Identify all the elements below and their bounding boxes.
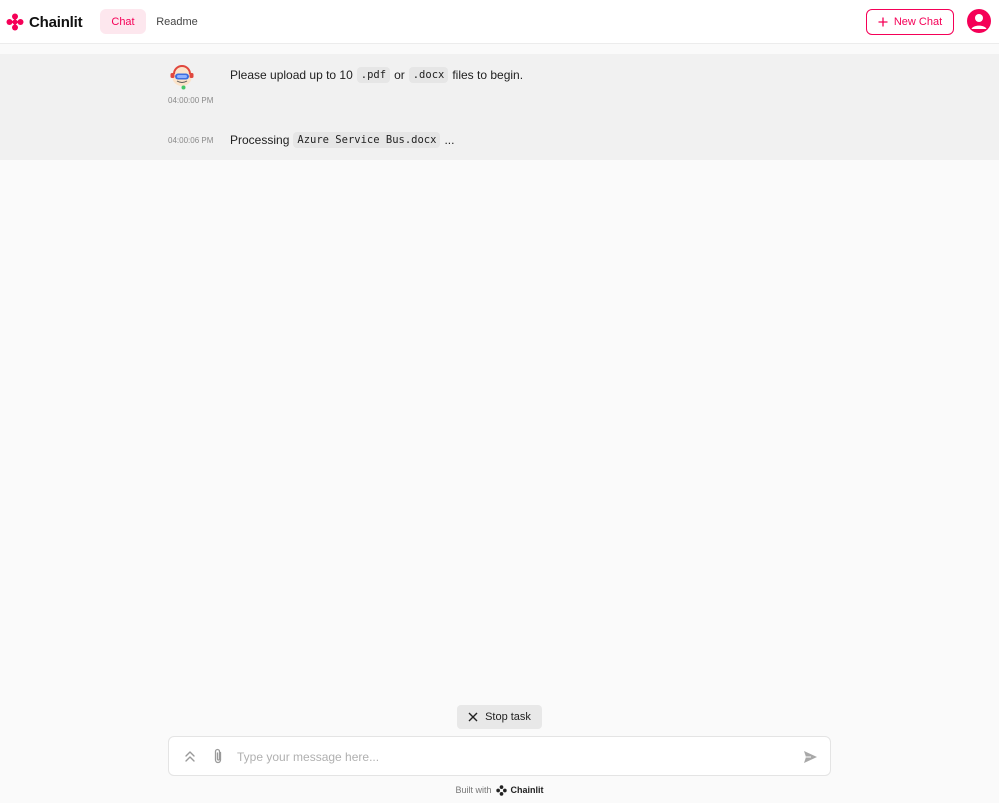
message-text: files to begin. — [452, 68, 524, 82]
chainlit-logo-icon — [6, 13, 24, 31]
brand-logo[interactable]: Chainlit — [6, 12, 83, 32]
tab-chat[interactable]: Chat — [100, 9, 146, 34]
close-icon — [468, 712, 478, 722]
send-icon[interactable] — [803, 750, 818, 764]
inline-code: .docx — [408, 67, 449, 83]
user-icon — [971, 14, 987, 29]
user-avatar[interactable] — [967, 9, 991, 33]
message-time: 04:00:00 PM — [168, 96, 214, 105]
built-with-text: Built with — [455, 785, 492, 795]
footer-brand[interactable]: Chainlit — [511, 785, 544, 795]
chainlit-logo-icon — [495, 784, 507, 796]
stop-task-button[interactable]: Stop task — [457, 705, 542, 729]
message-text: Please upload up to 10 — [230, 68, 353, 82]
inline-code: Azure Service Bus.docx — [293, 132, 441, 148]
brand-name: Chainlit — [29, 13, 83, 31]
message-text: ... — [444, 133, 455, 147]
stop-task-label: Stop task — [485, 711, 531, 723]
message-time: 04:00:06 PM — [168, 136, 214, 145]
message-input[interactable] — [237, 747, 777, 767]
inline-code: .pdf — [356, 67, 391, 83]
message-text: or — [394, 68, 405, 82]
message-content: Please upload up to 10 .pdf or .docx fil… — [230, 67, 523, 83]
message-composer — [168, 736, 831, 776]
footer: Built with Chainlit — [0, 784, 999, 796]
new-chat-button[interactable]: New Chat — [866, 9, 954, 35]
paperclip-icon[interactable] — [212, 748, 224, 765]
message-text: Processing — [230, 133, 290, 147]
message-content: Processing Azure Service Bus.docx ... — [230, 132, 454, 148]
tab-readme[interactable]: Readme — [152, 9, 202, 34]
plus-icon — [878, 17, 888, 27]
bot-avatar-icon — [170, 65, 194, 90]
chevrons-up-icon[interactable] — [184, 749, 196, 763]
app-header: Chainlit Chat Readme New Chat — [0, 0, 999, 44]
new-chat-label: New Chat — [893, 16, 943, 28]
